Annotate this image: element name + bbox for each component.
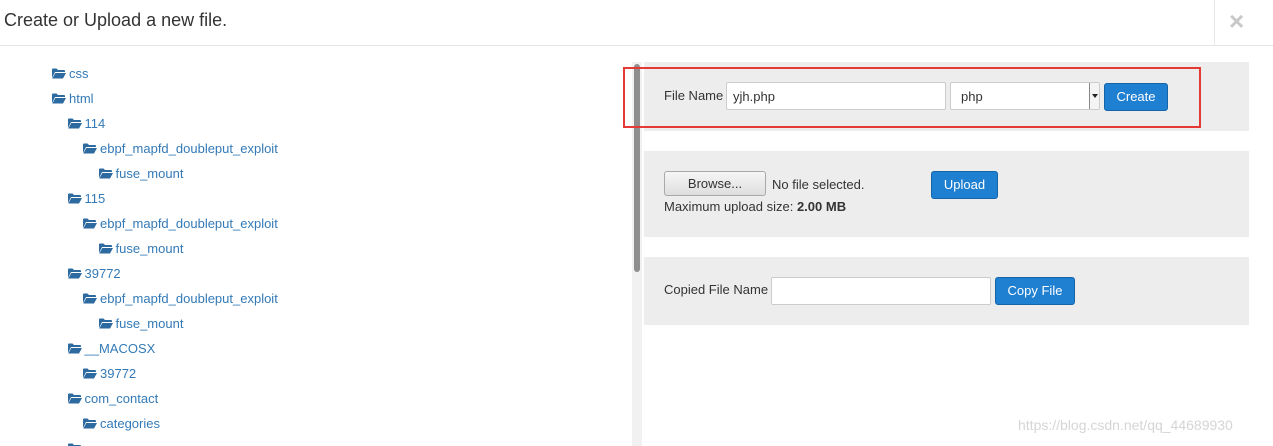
create-button[interactable]: Create — [1104, 83, 1168, 111]
tree-scrollbar-thumb[interactable] — [634, 64, 640, 272]
folder-open-icon — [83, 143, 97, 154]
directory-tree: css html 114 ebpf_mapfd_doubleput_exploit fu… — [0, 47, 630, 446]
create-upload-dialog: Create or Upload a new file. × css html 11… — [0, 0, 1273, 446]
copied-file-name-label: Copied File Name — [664, 282, 769, 297]
tree-folder-item[interactable]: categories — [83, 413, 160, 433]
tree-folder-item[interactable]: 39772 — [83, 363, 136, 383]
tree-folder-item[interactable]: fuse_mount — [98, 163, 184, 183]
folder-open-icon — [67, 193, 82, 204]
folder-open-icon — [83, 368, 97, 379]
browse-button[interactable]: Browse... — [664, 171, 766, 196]
folder-open-icon — [67, 393, 82, 404]
folder-open-icon — [52, 93, 66, 104]
folder-open-icon — [67, 118, 82, 129]
folder-open-icon — [98, 243, 113, 254]
tree-folder-label: ebpf_mapfd_doubleput_exploit — [100, 215, 278, 231]
watermark-text: https://blog.csdn.net/qq_44689930 — [1018, 417, 1233, 433]
tree-folder-label: e... — [85, 441, 103, 446]
tree-folder-item[interactable]: fuse_mount — [98, 313, 184, 333]
max-upload-size-value: 2.00 MB — [796, 199, 847, 214]
dialog-header: Create or Upload a new file. × — [0, 0, 1273, 46]
tree-folder-label: html — [69, 90, 94, 106]
copy-file-button[interactable]: Copy File — [995, 277, 1075, 305]
tree-folder-item[interactable]: com_contact — [67, 388, 159, 408]
folder-open-icon — [67, 443, 82, 446]
tree-folder-label: ebpf_mapfd_doubleput_exploit — [100, 290, 278, 306]
create-file-panel: File Name php Create — [644, 62, 1249, 131]
tree-folder-item[interactable]: __MACOSX — [67, 338, 156, 358]
upload-button[interactable]: Upload — [931, 171, 998, 199]
tree-folder-item[interactable]: 115 — [67, 188, 106, 208]
folder-open-icon — [67, 343, 82, 354]
extension-select-value: php — [961, 89, 983, 104]
tree-folder-label: css — [69, 65, 89, 81]
file-name-input[interactable] — [726, 82, 946, 110]
tree-folder-label: ebpf_mapfd_doubleput_exploit — [100, 140, 278, 156]
tree-folder-label: fuse_mount — [115, 315, 184, 331]
tree-folder-item[interactable]: 114 — [67, 113, 106, 133]
tree-folder-item[interactable]: e... — [67, 438, 103, 446]
copy-file-panel: Copied File Name Copy File — [644, 257, 1249, 325]
no-file-selected-text: No file selected. — [772, 177, 865, 192]
tree-folder-label: 115 — [84, 190, 106, 206]
file-name-label: File Name — [664, 88, 724, 103]
tree-folder-label: 114 — [84, 115, 106, 131]
folder-open-icon — [52, 68, 66, 79]
chevron-down-icon — [1089, 83, 1099, 109]
folder-open-icon — [67, 268, 82, 279]
folder-open-icon — [83, 218, 97, 229]
upload-file-panel: Browse... No file selected. Upload Maxim… — [644, 151, 1249, 237]
folder-open-icon — [83, 418, 97, 429]
tree-folder-item[interactable]: ebpf_mapfd_doubleput_exploit — [83, 288, 278, 308]
tree-folder-item[interactable]: css — [52, 63, 89, 83]
tree-folder-label: categories — [100, 415, 160, 431]
copied-file-name-input[interactable] — [771, 277, 991, 305]
dialog-title: Create or Upload a new file. — [4, 10, 228, 30]
tree-folder-label: __MACOSX — [84, 340, 156, 356]
tree-folder-item[interactable]: html — [52, 88, 94, 108]
folder-open-icon — [83, 293, 97, 304]
close-button[interactable]: × — [1229, 7, 1244, 35]
tree-folder-label: fuse_mount — [115, 165, 184, 181]
tree-folder-label: fuse_mount — [115, 240, 184, 256]
extension-select[interactable]: php — [950, 82, 1100, 110]
max-upload-size-text: Maximum upload size: — [664, 199, 794, 214]
max-upload-size-label: Maximum upload size: 2.00 MB — [664, 199, 846, 214]
tree-folder-label: com_contact — [84, 390, 159, 406]
tree-folder-label: 39772 — [84, 265, 121, 281]
folder-open-icon — [98, 318, 113, 329]
tree-folder-item[interactable]: 39772 — [67, 263, 121, 283]
folder-open-icon — [98, 168, 113, 179]
tree-folder-item[interactable]: ebpf_mapfd_doubleput_exploit — [83, 138, 278, 158]
tree-folder-label: 39772 — [100, 365, 137, 381]
tree-folder-item[interactable]: fuse_mount — [98, 238, 184, 258]
tree-folder-item[interactable]: ebpf_mapfd_doubleput_exploit — [83, 213, 278, 233]
header-divider — [1214, 0, 1215, 46]
